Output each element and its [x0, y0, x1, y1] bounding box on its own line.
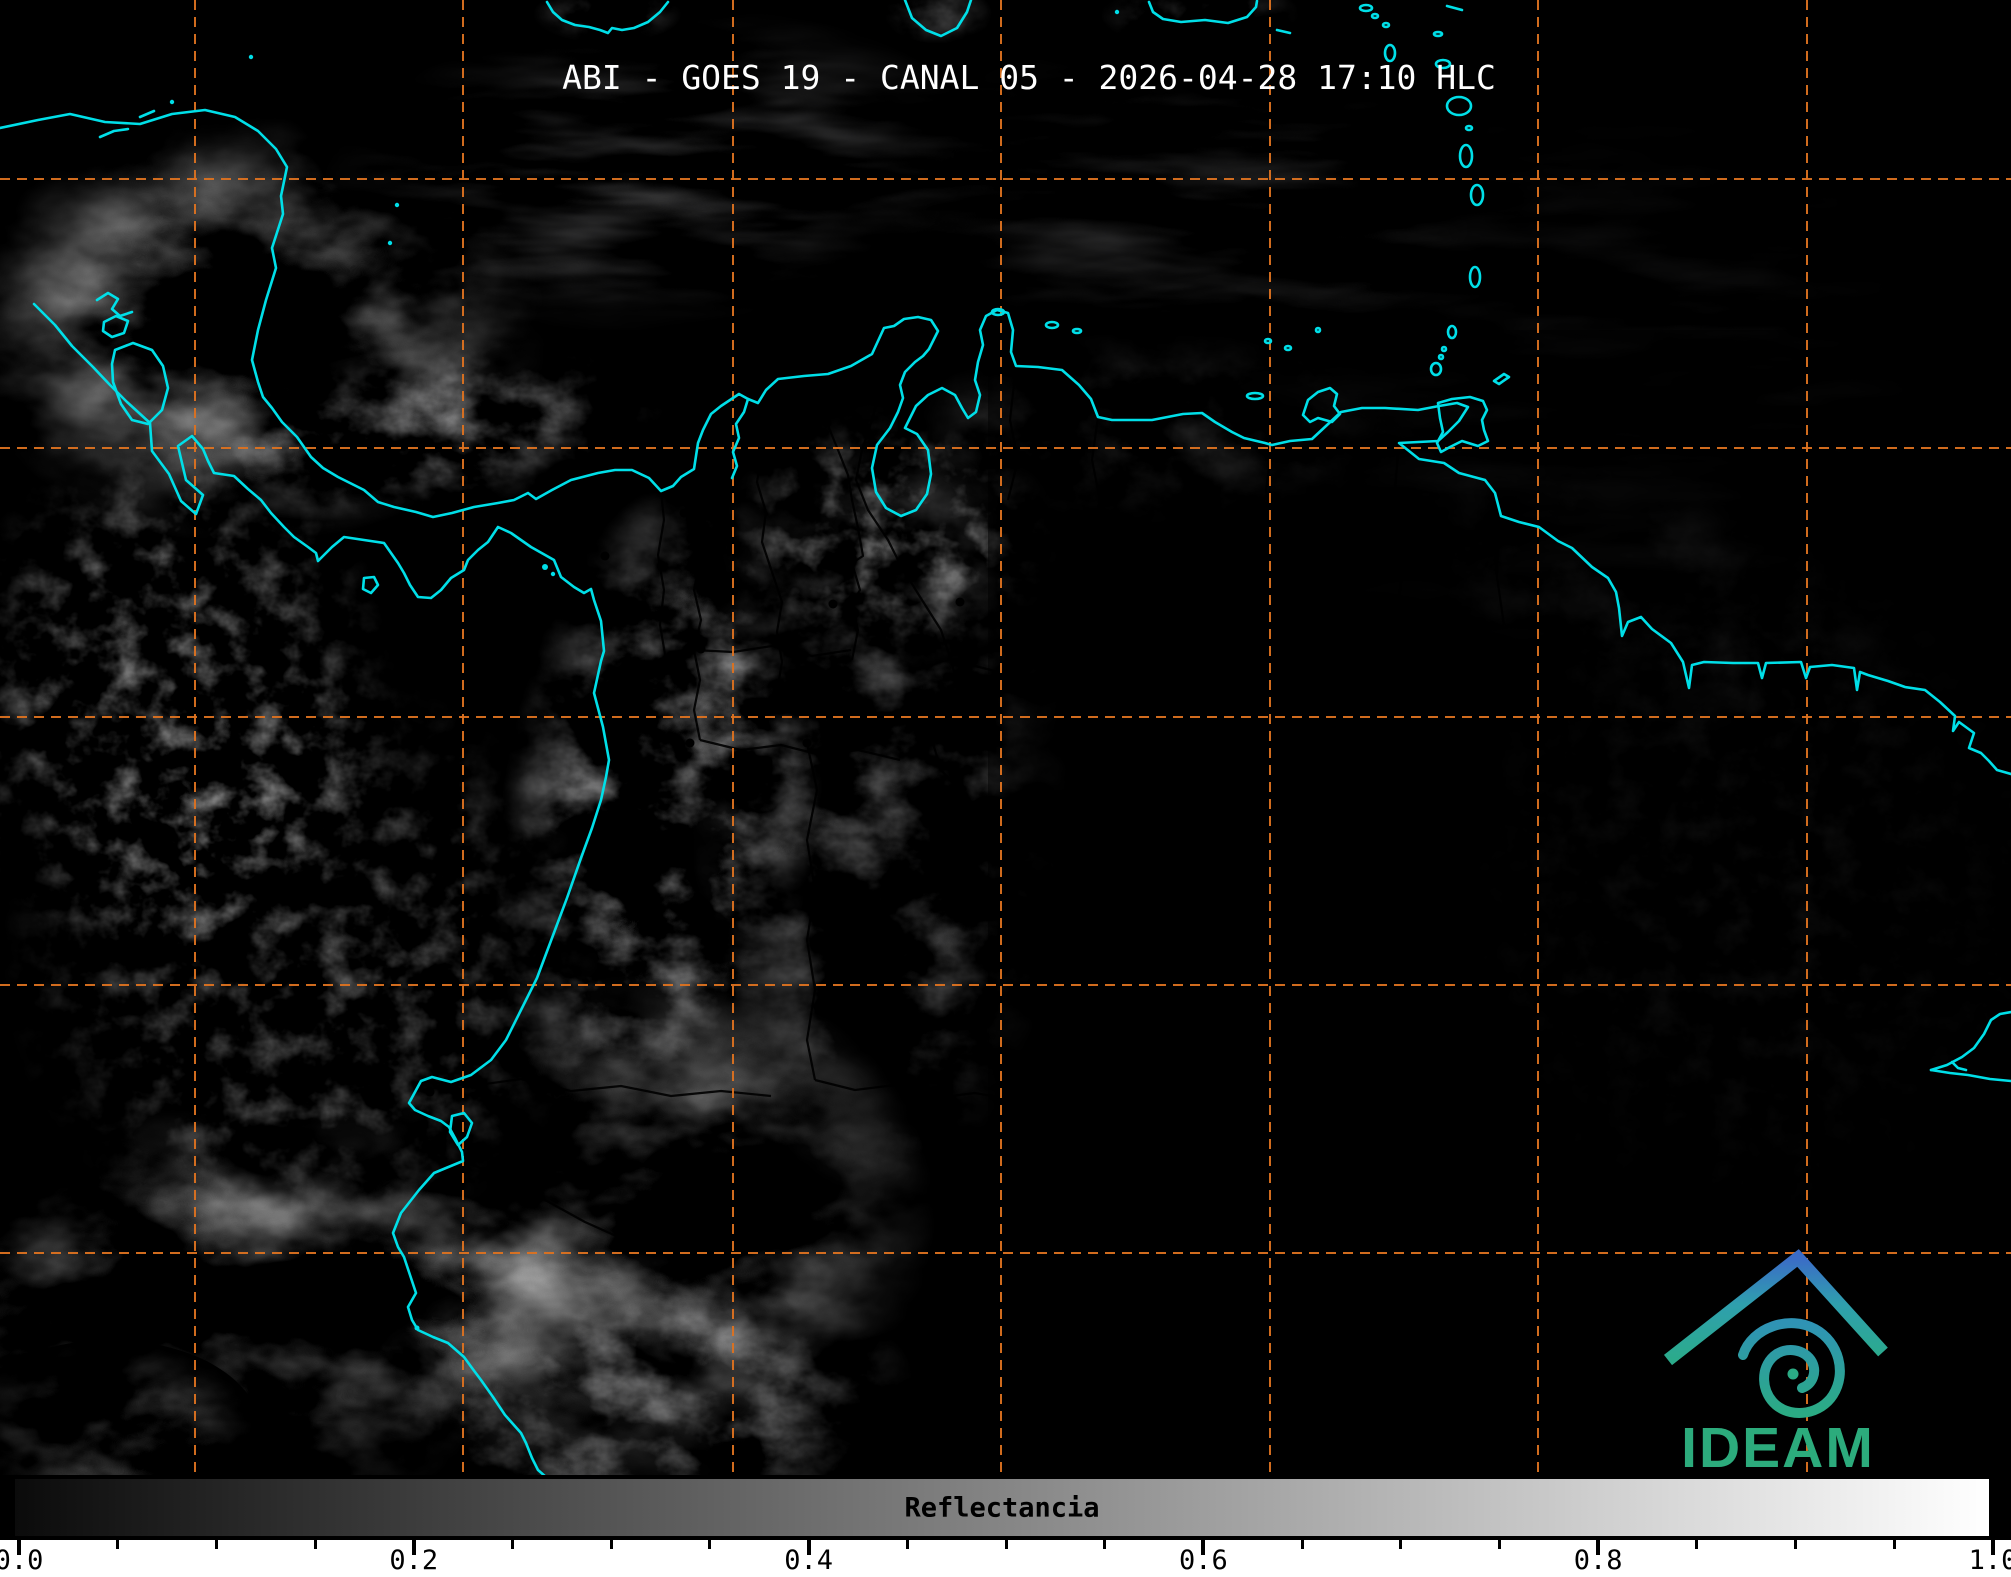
colorbar-minor-tick	[708, 1540, 712, 1549]
city-dot	[828, 599, 838, 609]
colorbar-minor-tick	[1103, 1540, 1107, 1549]
colorbar-tick-label: 0.8	[1573, 1545, 1623, 1576]
colorbar-tick-label: 0.2	[389, 1545, 439, 1576]
city-dot	[846, 558, 856, 568]
city-dot	[705, 480, 715, 490]
city-dot	[802, 738, 812, 748]
colorbar-minor-tick	[1498, 1540, 1501, 1549]
city-dot	[755, 403, 765, 413]
colorbar-minor-tick	[1892, 1540, 1896, 1549]
city-dot	[685, 738, 695, 748]
colorbar-minor-tick	[1695, 1540, 1699, 1549]
city-dot	[763, 757, 773, 767]
colorbar-area: Reflectancia 0.0 0.2 0.4 0.6 0.8 1.0	[0, 1475, 2011, 1577]
city-dot	[638, 671, 648, 681]
city-dot	[600, 551, 610, 561]
ideam-logo-text: IDEAM	[1681, 1416, 1875, 1480]
city-dot	[955, 597, 965, 607]
logo-swirl-eye	[1787, 1368, 1799, 1380]
logo-swirl	[1738, 1318, 1845, 1418]
colorbar-minor-tick	[214, 1540, 218, 1549]
colorbar-tick-label: 0.6	[1179, 1545, 1228, 1576]
colorbar-gradient: Reflectancia	[11, 1475, 1993, 1540]
city-dot	[696, 644, 706, 654]
colorbar-minor-tick	[1004, 1540, 1008, 1549]
colorbar-minor-tick	[1794, 1540, 1798, 1549]
colorbar-minor-tick	[1300, 1540, 1304, 1549]
image-title: ABI - GOES 19 - CANAL 05 - 2026-04-28 17…	[562, 58, 1496, 97]
colorbar-tick-label: 1.0	[1968, 1545, 2011, 1576]
colorbar-minor-tick	[313, 1540, 317, 1549]
colorbar-tick-label: 0.4	[784, 1545, 833, 1576]
city-dot	[822, 418, 832, 428]
colorbar-minor-tick	[511, 1540, 514, 1549]
colorbar-minor-tick	[905, 1540, 909, 1549]
colorbar-minor-tick	[609, 1540, 613, 1549]
colorbar-minor-tick	[1399, 1540, 1403, 1549]
city-dot	[679, 508, 689, 518]
logo-roof	[1663, 1249, 1888, 1366]
goes-satellite-product: ABI - GOES 19 - CANAL 05 - 2026-04-28 17…	[0, 0, 2011, 1577]
colorbar-minor-tick	[116, 1540, 120, 1549]
colorbar-label: Reflectancia	[904, 1492, 1100, 1523]
city-dot	[425, 1087, 435, 1097]
ideam-logo: IDEAM	[1655, 1243, 1901, 1480]
colorbar-axis: 0.0 0.2 0.4 0.6 0.8 1.0	[0, 1540, 2011, 1577]
colorbar-tick-label: 0.0	[0, 1545, 44, 1576]
